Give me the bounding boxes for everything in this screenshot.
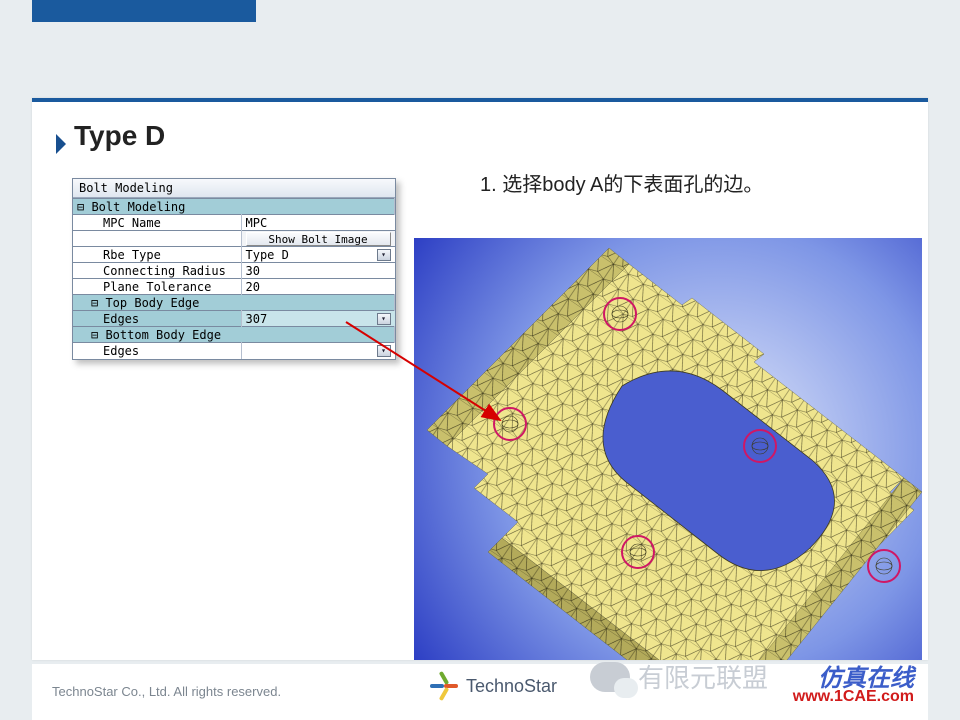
slide-footer: TechnoStar Co., Ltd. All rights reserved… xyxy=(32,664,928,720)
mpc-name-input[interactable]: MPC xyxy=(241,215,395,231)
top-edges-dropdown[interactable]: 307▾ xyxy=(241,311,395,327)
slide-title: Type D xyxy=(74,120,165,152)
bottom-edges-label: Edges xyxy=(73,343,241,359)
chevron-down-icon: ▾ xyxy=(377,313,391,325)
bullet-chevron-icon xyxy=(56,134,66,154)
wechat-icon xyxy=(590,662,630,692)
group-label: Bottom Body Edge xyxy=(105,328,221,342)
group-top-body-edge[interactable]: ⊟ Top Body Edge xyxy=(73,295,395,311)
mpc-name-label: MPC Name xyxy=(73,215,241,231)
rbe-type-dropdown[interactable]: Type D▾ xyxy=(241,247,395,263)
panel-title: Bolt Modeling xyxy=(73,179,395,198)
copyright-text: TechnoStar Co., Ltd. All rights reserved… xyxy=(52,684,281,699)
watermark-url: www.1CAE.com xyxy=(793,688,914,706)
row-show-bolt: Show Bolt Image xyxy=(73,231,395,247)
header-accent-bar xyxy=(32,0,256,22)
slide-content: Type D 1. 选择body A的下表面孔的边。 Bolt Modeling… xyxy=(32,98,928,660)
group-label: Bolt Modeling xyxy=(91,200,185,214)
bottom-edges-dropdown[interactable]: ▾ xyxy=(241,343,395,359)
row-top-edges: Edges 307▾ xyxy=(73,311,395,327)
group-label: Top Body Edge xyxy=(105,296,199,310)
chevron-down-icon: ▾ xyxy=(377,249,391,261)
row-rbe-type: Rbe Type Type D▾ xyxy=(73,247,395,263)
plane-tolerance-input[interactable]: 20 xyxy=(241,279,395,295)
top-edges-label: Edges xyxy=(73,311,241,327)
row-connecting-radius: Connecting Radius 30 xyxy=(73,263,395,279)
technostar-logo: TechnoStar xyxy=(430,672,557,700)
title-rule xyxy=(32,98,928,102)
step-instruction: 1. 选择body A的下表面孔的边。 xyxy=(480,168,763,197)
mesh-rendering xyxy=(414,238,922,660)
show-bolt-image-button[interactable]: Show Bolt Image xyxy=(246,232,391,246)
rbe-type-label: Rbe Type xyxy=(73,247,241,263)
bolt-modeling-panel: Bolt Modeling ⊟ Bolt Modeling MPC Name M… xyxy=(72,178,396,360)
chevron-down-icon: ▾ xyxy=(377,345,391,357)
connecting-radius-label: Connecting Radius xyxy=(73,263,241,279)
row-bottom-edges: Edges ▾ xyxy=(73,343,395,359)
panel-property-table: ⊟ Bolt Modeling MPC Name MPC Show Bolt I… xyxy=(73,198,395,359)
wechat-watermark: 有限元联盟 xyxy=(590,658,768,695)
row-plane-tolerance: Plane Tolerance 20 xyxy=(73,279,395,295)
logo-mark-icon xyxy=(430,672,458,700)
connecting-radius-input[interactable]: 30 xyxy=(241,263,395,279)
model-viewport[interactable] xyxy=(414,238,922,660)
group-bottom-body-edge[interactable]: ⊟ Bottom Body Edge xyxy=(73,327,395,343)
logo-text: TechnoStar xyxy=(466,676,557,697)
plane-tolerance-label: Plane Tolerance xyxy=(73,279,241,295)
row-mpc-name: MPC Name MPC xyxy=(73,215,395,231)
group-bolt-modeling[interactable]: ⊟ Bolt Modeling xyxy=(73,199,395,215)
